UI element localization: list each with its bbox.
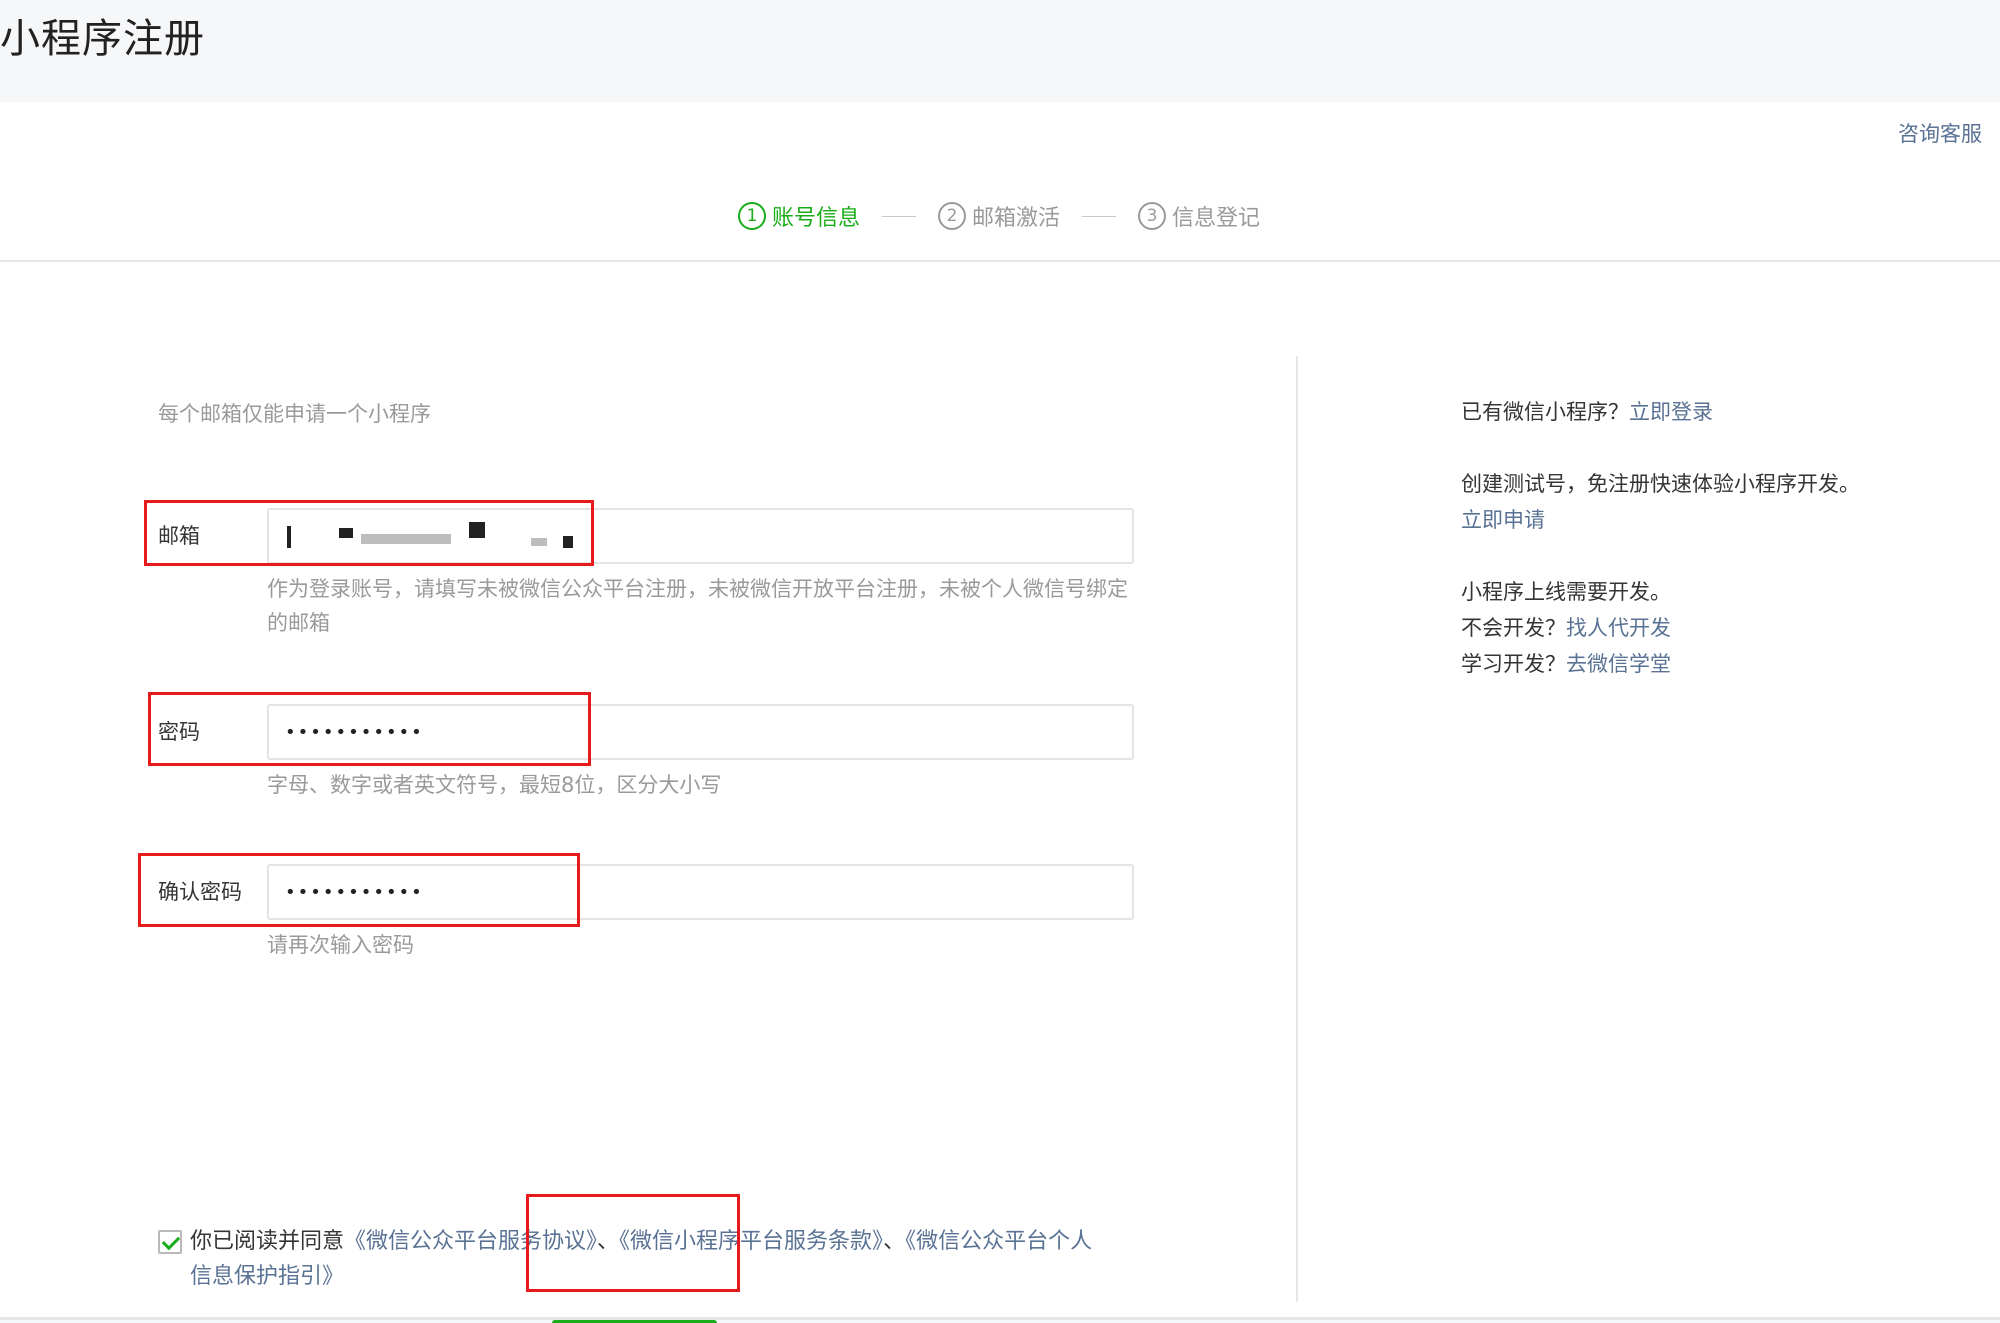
email-hint: 作为登录账号，请填写未被微信公众平台注册，未被微信开放平台注册，未被个人微信号绑… <box>267 577 1128 635</box>
step-indicator: 1 账号信息 2 邮箱激活 3 信息登记 <box>738 200 1260 232</box>
page-title: 小程序注册 <box>0 16 205 62</box>
step-label: 账号信息 <box>772 206 861 231</box>
form-tip: 每个邮箱仅能申请一个小程序 <box>158 402 431 426</box>
email-label: 邮箱 <box>158 524 200 548</box>
dev-line-2: 不会开发？找人代开发 <box>1461 610 1671 646</box>
test-text: 创建测试号，免注册快速体验小程序开发。 <box>1461 472 1860 496</box>
agree-checkbox[interactable] <box>158 1230 182 1254</box>
redacted-text <box>531 538 547 546</box>
redacted-text <box>361 534 451 544</box>
agreement-text: 你已阅读并同意《微信公众平台服务协议》、《微信小程序平台服务条款》、《微信公众平… <box>190 1224 1110 1294</box>
dev-help-block: 小程序上线需要开发。 不会开发？找人代开发 学习开发？去微信学堂 <box>1461 574 1671 682</box>
apply-test-link[interactable]: 立即申请 <box>1461 508 1545 532</box>
step-number-2: 2 <box>938 202 967 230</box>
redacted-text <box>287 526 291 548</box>
confirm-password-label: 确认密码 <box>158 880 242 904</box>
login-text: 已有微信小程序？ <box>1461 400 1629 424</box>
step-number-3: 3 <box>1138 202 1167 230</box>
step-separator <box>882 215 917 217</box>
step-email-activation: 2 邮箱激活 <box>938 200 1060 232</box>
step-label: 信息登记 <box>1172 206 1261 231</box>
agreement-prefix: 你已阅读并同意 <box>190 1229 345 1254</box>
service-agreement-link[interactable]: 《微信公众平台服务协议》 <box>344 1229 597 1254</box>
dev-line-2-text: 不会开发？ <box>1461 616 1566 640</box>
test-account-prompt: 创建测试号，免注册快速体验小程序开发。立即申请 <box>1461 466 1861 538</box>
agreement-separator: 、 <box>883 1229 906 1254</box>
agreement-separator: 、 <box>597 1229 620 1254</box>
step-label: 邮箱激活 <box>972 206 1061 231</box>
redacted-text <box>469 522 485 538</box>
dev-line-1: 小程序上线需要开发。 <box>1461 580 1671 604</box>
confirm-password-hint: 请再次输入密码 <box>267 933 414 957</box>
miniprogram-terms-link[interactable]: 《微信小程序平台服务条款》 <box>619 1229 883 1254</box>
page: 小程序注册 咨询客服 1 账号信息 2 邮箱激活 3 信息登记 每个邮箱仅能申请… <box>0 0 2000 1323</box>
steps-divider <box>0 260 2000 262</box>
step-account-info: 1 账号信息 <box>738 200 860 232</box>
redacted-text <box>563 536 573 548</box>
email-field[interactable] <box>267 508 1134 564</box>
password-field[interactable]: ••••••••••• <box>267 704 1134 760</box>
step-separator <box>1082 215 1117 217</box>
find-developer-link[interactable]: 找人代开发 <box>1566 616 1671 640</box>
login-link[interactable]: 立即登录 <box>1629 400 1713 424</box>
customer-service-link[interactable]: 咨询客服 <box>1898 118 1982 148</box>
wechat-academy-link[interactable]: 去微信学堂 <box>1566 652 1671 676</box>
password-hint: 字母、数字或者英文符号，最短8位，区分大小写 <box>267 773 722 797</box>
login-prompt: 已有微信小程序？立即登录 <box>1461 394 1713 430</box>
column-divider <box>1296 356 1298 1302</box>
confirm-password-field[interactable]: ••••••••••• <box>267 864 1134 920</box>
step-number-1: 1 <box>738 202 766 230</box>
redacted-text <box>339 528 353 538</box>
password-label: 密码 <box>158 720 200 744</box>
step-info-registration: 3 信息登记 <box>1138 200 1260 232</box>
dev-line-3-text: 学习开发？ <box>1461 652 1566 676</box>
registration-card: 咨询客服 1 账号信息 2 邮箱激活 3 信息登记 每个邮箱仅能申请一个小程序 … <box>0 102 2000 1323</box>
dev-line-3: 学习开发？去微信学堂 <box>1461 646 1671 682</box>
